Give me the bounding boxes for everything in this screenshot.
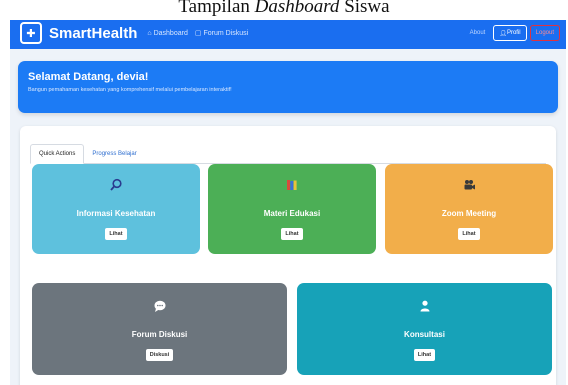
video-camera-icon: [462, 178, 476, 195]
card-materi-edukasi[interactable]: Materi Edukasi Lihat: [208, 164, 376, 254]
card-title: Forum Diskusi: [131, 330, 188, 339]
card-zoom-meeting[interactable]: Zoom Meeting Lihat: [385, 164, 553, 254]
card-title: Zoom Meeting: [441, 209, 497, 218]
nav-links: ⌂ Dashboard ▢ Forum Diskusi: [147, 29, 255, 38]
health-house-icon: ✚: [20, 22, 42, 44]
tab-progress-belajar[interactable]: Progress Belajar: [84, 144, 144, 164]
dashboard-screen: ✚ SmartHealth ⌂ Dashboard ▢ Forum Diskus…: [10, 17, 566, 385]
card-title: Konsultasi: [404, 330, 445, 339]
welcome-title: Selamat Datang, devia!: [28, 71, 149, 83]
tab-bar: Quick Actions Progress Belajar: [30, 144, 145, 166]
card-konsultasi[interactable]: Konsultasi Lihat: [297, 283, 552, 375]
figure-caption: Tampilan Dashboard Siswa: [0, 0, 568, 20]
welcome-subtitle: Bangun pemahaman kesehatan yang komprehe…: [28, 87, 232, 93]
profil-label: Profil: [506, 30, 521, 36]
profil-button[interactable]: 👤︎ Profil: [493, 25, 527, 41]
caption-end: Siswa: [339, 0, 390, 17]
nav-right: About 👤︎ Profil Logout: [462, 25, 560, 41]
diskusi-button[interactable]: Diskusi: [145, 349, 174, 361]
card-forum-diskusi[interactable]: Forum Diskusi Diskusi: [32, 283, 287, 375]
logout-label: Logout: [535, 30, 554, 36]
user-icon: [418, 299, 432, 316]
caption-text: Tampilan: [178, 0, 255, 17]
card-informasi-kesehatan[interactable]: Informasi Kesehatan Lihat: [32, 164, 200, 254]
lihat-button[interactable]: Lihat: [281, 228, 303, 240]
nav-link-forum[interactable]: ▢ Forum Diskusi: [194, 29, 249, 38]
brand[interactable]: ✚ SmartHealth: [20, 22, 137, 44]
nav-link-label: Forum Diskusi: [203, 29, 249, 37]
about-label: About: [469, 30, 486, 36]
tab-label: Progress Belajar: [92, 151, 137, 157]
caption-italic: Dashboard: [254, 0, 340, 17]
brand-name: SmartHealth: [49, 24, 138, 42]
lihat-button[interactable]: Lihat: [105, 228, 127, 240]
card-title: Informasi Kesehatan: [76, 209, 156, 218]
speech-bubble-icon: [153, 299, 167, 316]
tab-quick-actions[interactable]: Quick Actions: [30, 144, 85, 164]
card-title: Materi Edukasi: [263, 209, 321, 218]
logout-button[interactable]: Logout: [529, 25, 560, 41]
chat-icon: ▢: [194, 30, 202, 37]
top-navbar: ✚ SmartHealth ⌂ Dashboard ▢ Forum Diskus…: [10, 17, 566, 49]
tab-label: Quick Actions: [39, 151, 76, 157]
welcome-banner: Selamat Datang, devia! Bangun pemahaman …: [18, 61, 558, 113]
nav-link-label: Dashboard: [153, 29, 188, 37]
magnifier-icon: [109, 178, 123, 195]
nav-link-dashboard[interactable]: ⌂ Dashboard: [147, 29, 187, 37]
user-icon: 👤︎: [499, 30, 507, 37]
books-icon: [285, 178, 299, 195]
about-button[interactable]: About: [465, 25, 491, 41]
quick-actions-panel: Quick Actions Progress Belajar Informasi…: [20, 126, 556, 385]
lihat-button[interactable]: Lihat: [413, 349, 436, 361]
lihat-button[interactable]: Lihat: [458, 228, 480, 240]
home-icon: ⌂: [147, 29, 152, 37]
